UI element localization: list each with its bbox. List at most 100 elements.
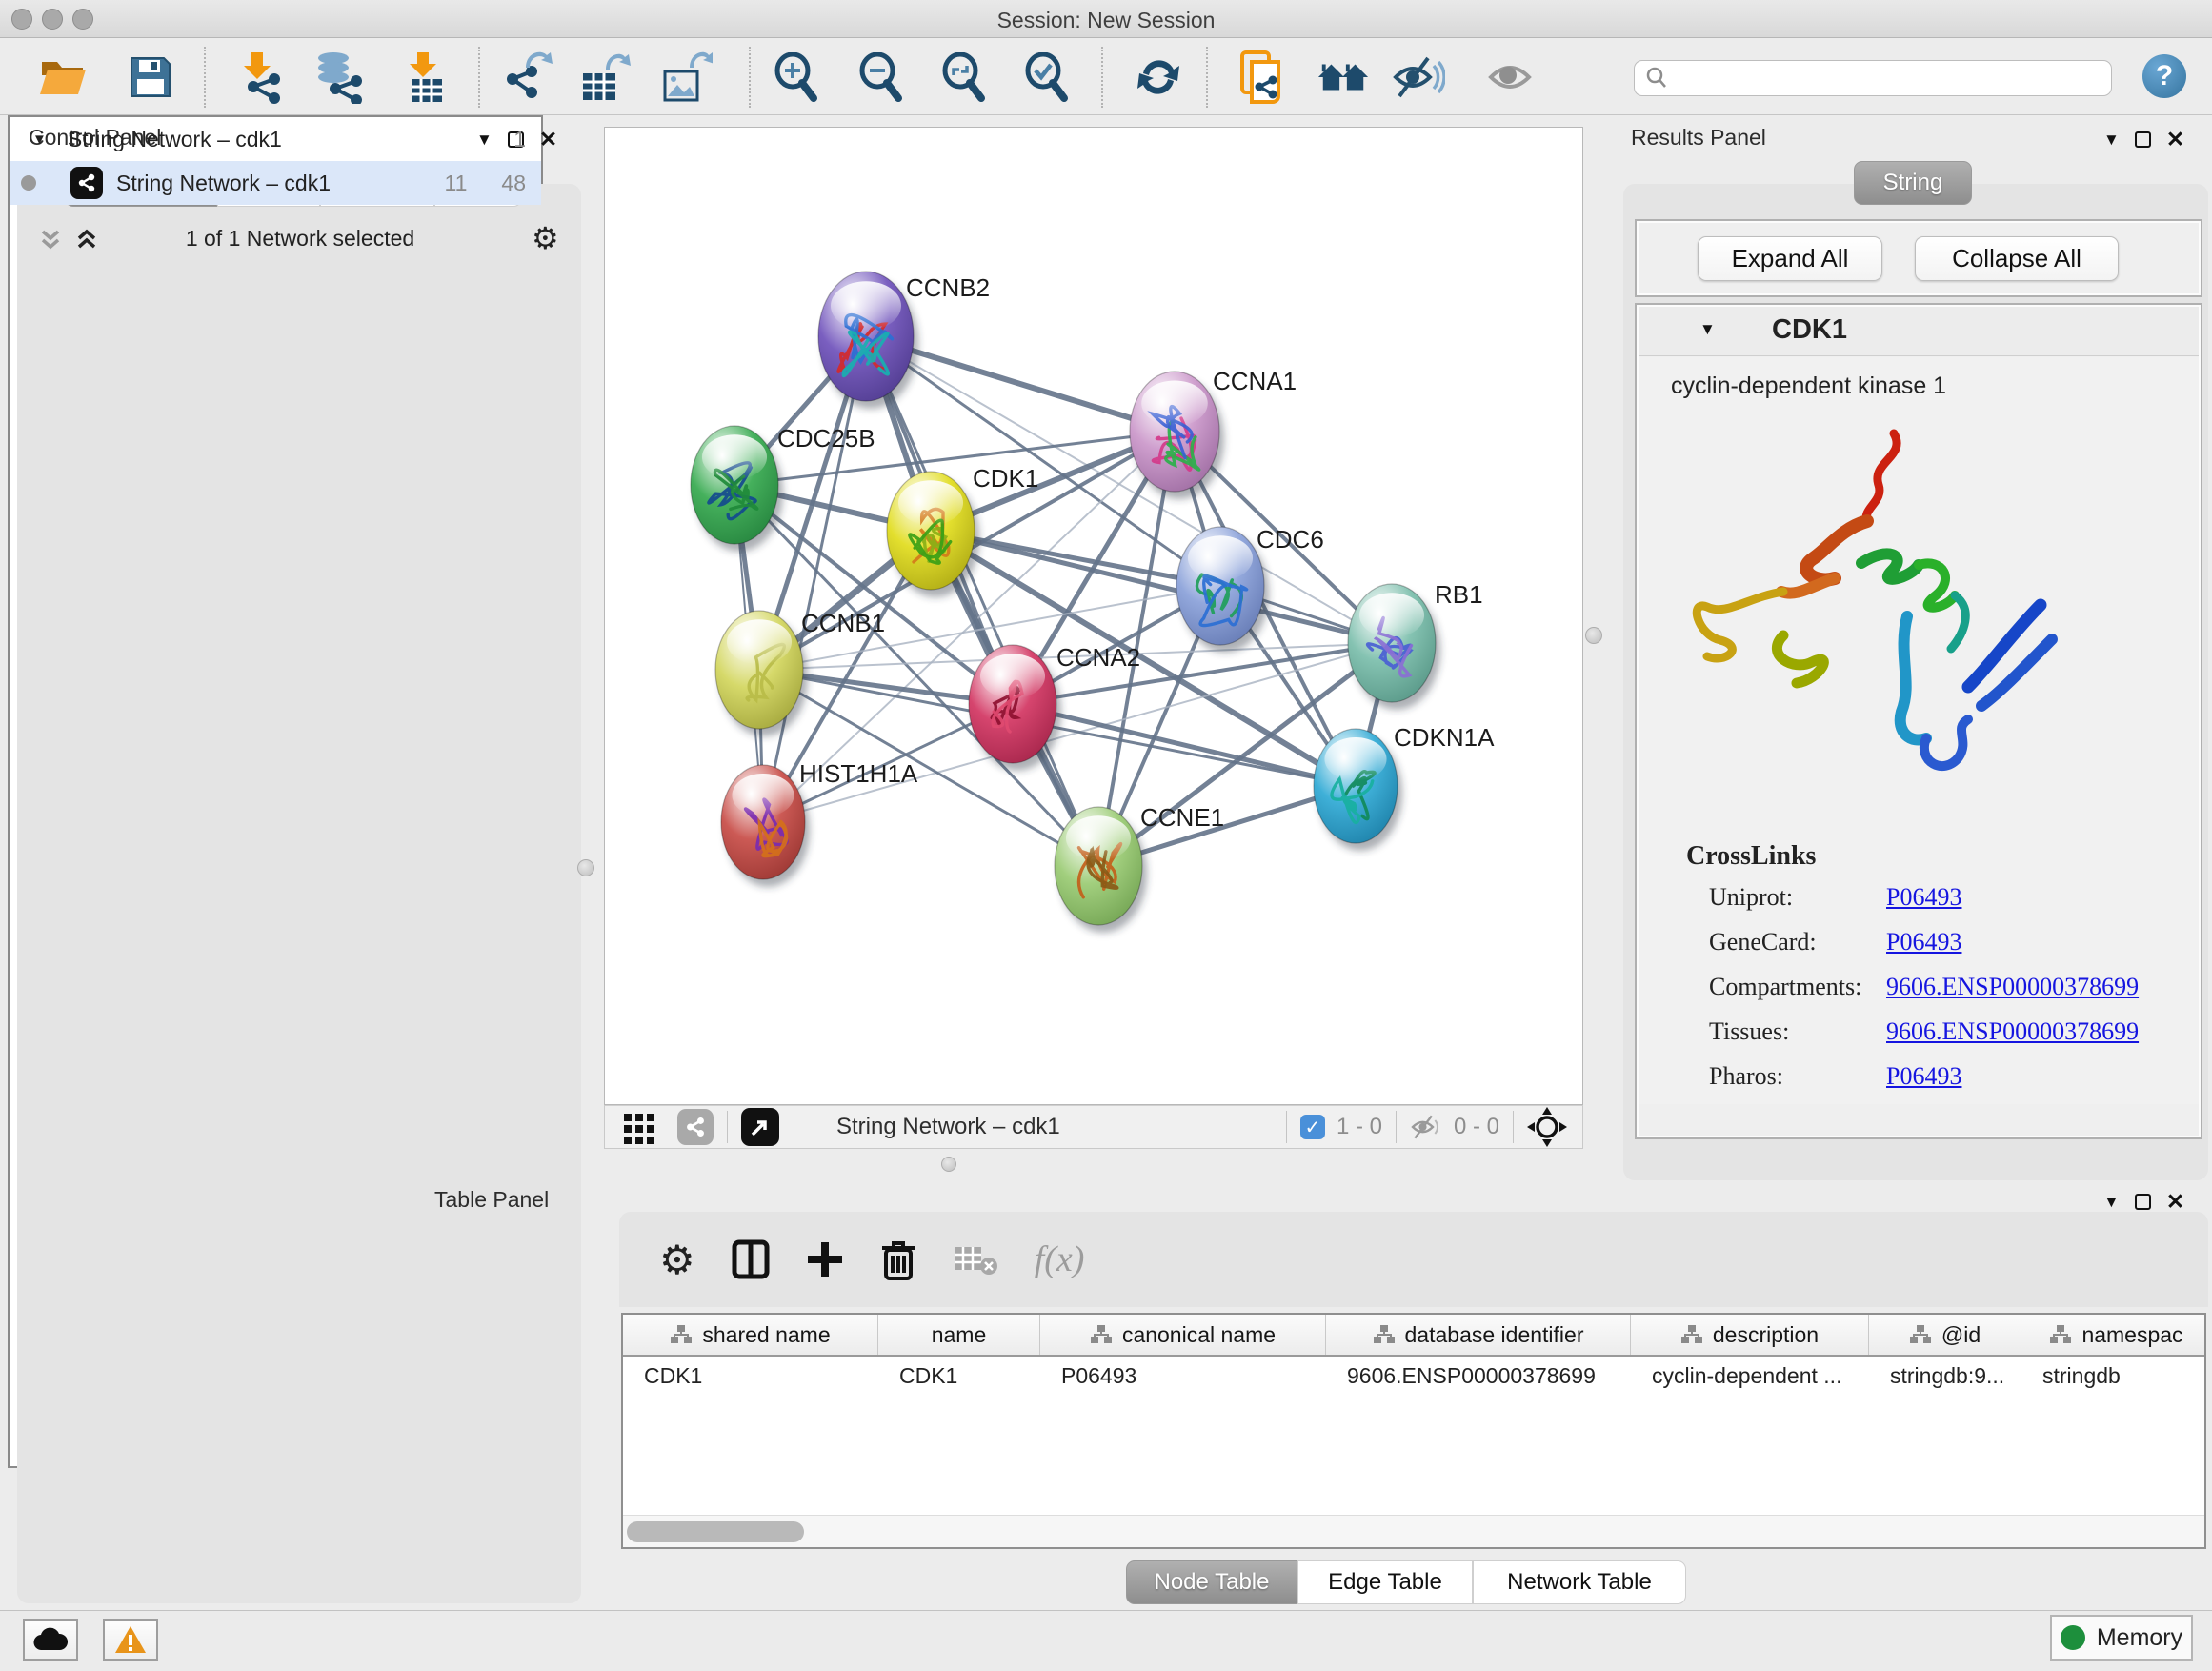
network-graph[interactable]: CCNB2CCNA1CDC25BCDK1CDC6RB1CCNB1CCNA2CDK… bbox=[605, 128, 1584, 1106]
toolbar-separator bbox=[727, 1111, 728, 1143]
network-icon-disabled[interactable] bbox=[677, 1109, 714, 1145]
column-header-database-identifier[interactable]: database identifier bbox=[1326, 1315, 1631, 1355]
tab-string[interactable]: String bbox=[1854, 161, 1972, 205]
table-settings-gear-icon[interactable]: ⚙ bbox=[659, 1237, 695, 1283]
node-CDK1: CDK1 bbox=[887, 464, 1038, 597]
float-menu-icon[interactable]: ▼ bbox=[2103, 131, 2120, 150]
open-session-button[interactable] bbox=[37, 50, 90, 104]
network-row-selected[interactable]: String Network – cdk1 11 48 bbox=[10, 161, 541, 205]
delete-column-trash-icon[interactable] bbox=[880, 1238, 916, 1280]
crosslink-link[interactable]: 9606.ENSP00000378699 bbox=[1886, 973, 2139, 1000]
entry-expander-icon[interactable]: ▼ bbox=[1699, 320, 1716, 339]
left-splitter-handle[interactable] bbox=[577, 859, 594, 876]
import-network-file-button[interactable] bbox=[232, 50, 286, 104]
collapse-all-button[interactable]: Collapse All bbox=[1915, 236, 2119, 281]
search-input[interactable] bbox=[1634, 60, 2112, 96]
float-menu-icon[interactable]: ▼ bbox=[2103, 1193, 2120, 1212]
zoom-fit-button[interactable] bbox=[937, 50, 991, 104]
node-label-HIST1H1A: HIST1H1A bbox=[799, 759, 918, 788]
crosslink-link[interactable]: 9606.ENSP00000378699 bbox=[1886, 1017, 2139, 1045]
close-panel-icon[interactable]: ✕ bbox=[2166, 127, 2184, 152]
node-table[interactable]: shared name namecanonical name database id… bbox=[621, 1313, 2206, 1549]
column-header-namespac[interactable]: namespac bbox=[2021, 1315, 2206, 1355]
warning-status-button[interactable] bbox=[103, 1619, 158, 1661]
selected-checkbox[interactable]: ✓ bbox=[1300, 1115, 1325, 1139]
column-header-description[interactable]: description bbox=[1631, 1315, 1869, 1355]
cell-1[interactable]: CDK1 bbox=[878, 1363, 1040, 1389]
close-panel-icon[interactable]: ✕ bbox=[2166, 1189, 2184, 1215]
string-protein-query-button[interactable] bbox=[1237, 50, 1290, 104]
result-entry-header[interactable]: ▼ CDK1 bbox=[1639, 307, 2199, 356]
node-label-CCNB1: CCNB1 bbox=[801, 609, 885, 637]
open-folder-icon bbox=[38, 54, 90, 100]
column-header-canonical-name[interactable]: canonical name bbox=[1040, 1315, 1326, 1355]
node-label-CCNB2: CCNB2 bbox=[906, 273, 990, 302]
show-glass-panel-button[interactable] bbox=[1485, 50, 1538, 104]
float-panel-icon[interactable] bbox=[2135, 1194, 2151, 1210]
crosslink-row: Compartments:9606.ENSP00000378699 bbox=[1709, 973, 2139, 1001]
cell-5[interactable]: stringdb:9... bbox=[1869, 1363, 2021, 1389]
zoom-fit-icon bbox=[939, 52, 989, 102]
column-label: database identifier bbox=[1405, 1322, 1584, 1348]
table-row[interactable]: CDK1CDK1P064939606.ENSP00000378699cyclin… bbox=[623, 1357, 2204, 1395]
shared-column-icon bbox=[670, 1324, 693, 1345]
import-database-icon bbox=[312, 50, 366, 104]
zoom-in-button[interactable] bbox=[770, 50, 823, 104]
save-session-button[interactable] bbox=[124, 50, 177, 104]
export-image-button[interactable] bbox=[659, 50, 713, 104]
add-column-icon[interactable] bbox=[806, 1240, 844, 1278]
fit-selected-crosshair-icon[interactable] bbox=[1527, 1107, 1567, 1147]
network-list-header: 1 of 1 Network selected ⚙ bbox=[29, 218, 572, 262]
crosslink-label: Compartments: bbox=[1709, 973, 1886, 1001]
network-canvas[interactable]: CCNB2CCNA1CDC25BCDK1CDC6RB1CCNB1CCNA2CDK… bbox=[604, 127, 1583, 1105]
zoom-selected-button[interactable] bbox=[1020, 50, 1074, 104]
cell-6[interactable]: stringdb bbox=[2021, 1363, 2206, 1389]
tab-network-table[interactable]: Network Table bbox=[1473, 1560, 1686, 1604]
grid-view-icon[interactable] bbox=[622, 1110, 656, 1144]
toolbar-separator bbox=[1513, 1111, 1514, 1143]
crosslink-link[interactable]: P06493 bbox=[1886, 928, 1961, 956]
tab-node-table[interactable]: Node Table bbox=[1126, 1560, 1297, 1604]
tree-expander-icon[interactable]: ▼ bbox=[32, 131, 47, 148]
right-splitter-handle[interactable] bbox=[1585, 627, 1602, 644]
column-header-@id[interactable]: @id bbox=[1869, 1315, 2021, 1355]
show-columns-icon[interactable] bbox=[732, 1238, 770, 1280]
help-button[interactable]: ? bbox=[2142, 54, 2186, 98]
crosslink-row: Uniprot:P06493 bbox=[1709, 883, 1961, 912]
import-network-database-button[interactable] bbox=[312, 50, 366, 104]
import-table-file-button[interactable] bbox=[400, 50, 453, 104]
column-header-name[interactable]: name bbox=[878, 1315, 1040, 1355]
tab-edge-table[interactable]: Edge Table bbox=[1297, 1560, 1473, 1604]
cloud-status-button[interactable] bbox=[23, 1619, 78, 1661]
crosslink-link[interactable]: P06493 bbox=[1886, 1062, 1961, 1090]
column-header-shared-name[interactable]: shared name bbox=[623, 1315, 878, 1355]
apply-layout-button[interactable] bbox=[1132, 50, 1185, 104]
gear-icon[interactable]: ⚙ bbox=[532, 220, 559, 256]
memory-button[interactable]: Memory bbox=[2050, 1615, 2193, 1661]
main-toolbar: ? bbox=[0, 39, 2212, 115]
network-collection-row[interactable]: ▼ String Network – cdk1 1 bbox=[10, 117, 541, 161]
cell-0[interactable]: CDK1 bbox=[623, 1363, 878, 1389]
cell-2[interactable]: P06493 bbox=[1040, 1363, 1326, 1389]
column-label: shared name bbox=[702, 1322, 830, 1348]
crosslink-link[interactable]: P06493 bbox=[1886, 883, 1961, 911]
close-panel-icon[interactable]: ✕ bbox=[539, 127, 557, 152]
cell-3[interactable]: 9606.ENSP00000378699 bbox=[1326, 1363, 1631, 1389]
export-network-button[interactable] bbox=[501, 50, 554, 104]
hscrollbar-thumb[interactable] bbox=[627, 1521, 804, 1542]
toolbar-separator bbox=[749, 47, 751, 108]
export-table-button[interactable] bbox=[577, 50, 631, 104]
float-panel-icon[interactable] bbox=[2135, 131, 2151, 148]
zoom-out-button[interactable] bbox=[855, 50, 908, 104]
edge-CCNB2-HIST1H1A bbox=[763, 336, 866, 822]
horizontal-splitter-handle[interactable] bbox=[941, 1157, 956, 1172]
expand-all-button[interactable]: Expand All bbox=[1698, 236, 1882, 281]
string-home-button[interactable] bbox=[1317, 50, 1370, 104]
table-panel-tabs: Node Table Edge Table Network Table bbox=[1126, 1560, 1686, 1604]
birds-eye-view-button[interactable] bbox=[741, 1108, 779, 1146]
hide-glass-panel-button[interactable] bbox=[1392, 50, 1445, 104]
hidden-eye-icon[interactable] bbox=[1410, 1114, 1442, 1140]
cell-4[interactable]: cyclin-dependent ... bbox=[1631, 1363, 1869, 1389]
network-name: String Network – cdk1 bbox=[116, 171, 331, 196]
table-hscrollbar[interactable] bbox=[623, 1515, 2204, 1547]
